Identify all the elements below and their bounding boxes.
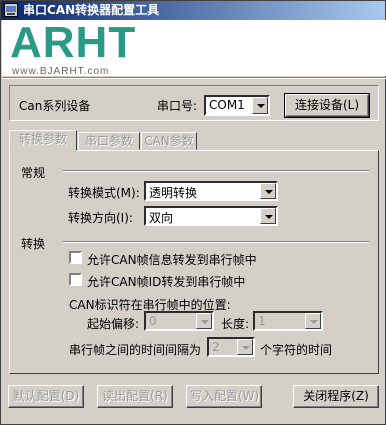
length-select[interactable]: 1: [253, 311, 323, 331]
device-label: Can系列设备: [19, 99, 91, 113]
direction-select[interactable]: 双向: [144, 206, 278, 226]
port-select[interactable]: COM1: [204, 95, 270, 116]
connect-button-label: 连接设备(L): [294, 98, 360, 112]
tab-serial[interactable]: 串口参数: [78, 132, 140, 150]
chevron-down-icon[interactable]: [260, 183, 276, 199]
interval-suffix: 个字符的时间: [260, 343, 333, 357]
mode-label: 转换模式(M):: [68, 186, 140, 200]
allow-can-info-label[interactable]: 允许CAN帧信息转发到串行帧中: [87, 251, 257, 268]
tab-convert-label: 转换参数: [18, 132, 67, 146]
convert-heading: 转换: [21, 237, 46, 251]
chevron-down-icon[interactable]: [260, 208, 276, 224]
allow-can-id-checkbox[interactable]: [69, 273, 82, 286]
direction-label: 转换方向(I):: [68, 211, 133, 225]
close-program-label: 关闭程序(Z): [303, 389, 369, 403]
banner-divider: [2, 77, 386, 79]
interval-select[interactable]: 2: [207, 337, 255, 357]
interval-label: 串行帧之间的时间间隔为: [69, 343, 202, 357]
length-label: 长度:: [221, 317, 250, 331]
app-window: 串口CAN转换器配置工具 ARHT www.BJARHT.com Can系列设备…: [0, 0, 386, 425]
chevron-down-icon[interactable]: [196, 313, 212, 329]
brand-logo: ARHT: [10, 18, 137, 67]
default-config-button[interactable]: 默认配置(D): [8, 385, 84, 408]
chevron-down-icon[interactable]: [252, 97, 268, 114]
offset-select[interactable]: 0: [144, 311, 214, 331]
offset-label: 起始偏移:: [87, 317, 140, 331]
connect-button[interactable]: 连接设备(L): [284, 93, 370, 118]
tab-can[interactable]: CAN参数: [141, 132, 197, 150]
interval-select-value: 2: [212, 340, 220, 354]
allow-can-id-label[interactable]: 允许CAN帧ID转发到串行帧中: [87, 273, 245, 290]
direction-select-value: 双向: [149, 211, 174, 225]
close-program-button[interactable]: 关闭程序(Z): [293, 385, 379, 408]
convert-separator: [63, 241, 369, 243]
chevron-down-icon[interactable]: [305, 313, 321, 329]
length-select-value: 1: [258, 314, 266, 328]
port-select-value: COM1: [209, 98, 245, 112]
mode-select[interactable]: 透明转换: [144, 181, 278, 201]
chevron-down-icon[interactable]: [237, 339, 253, 355]
port-label: 串口号:: [157, 99, 198, 113]
mode-select-value: 透明转换: [149, 186, 198, 200]
tab-can-label: CAN参数: [144, 134, 194, 148]
tab-serial-label: 串口参数: [84, 134, 133, 148]
read-config-label: 读出配置(R): [102, 389, 168, 403]
read-config-button[interactable]: 读出配置(R): [97, 385, 173, 408]
tab-convert[interactable]: 转换参数: [9, 130, 77, 151]
logo-banner: ARHT www.BJARHT.com: [2, 18, 386, 77]
default-config-label: 默认配置(D): [12, 389, 80, 403]
brand-url: www.BJARHT.com: [12, 66, 110, 77]
general-heading: 常规: [21, 166, 46, 180]
allow-can-info-checkbox[interactable]: [69, 251, 82, 264]
write-config-label: 写入配置(W): [190, 389, 260, 403]
general-separator: [63, 170, 369, 172]
write-config-button[interactable]: 写入配置(W): [186, 385, 262, 408]
offset-select-value: 0: [149, 314, 157, 328]
app-icon: [4, 3, 18, 17]
